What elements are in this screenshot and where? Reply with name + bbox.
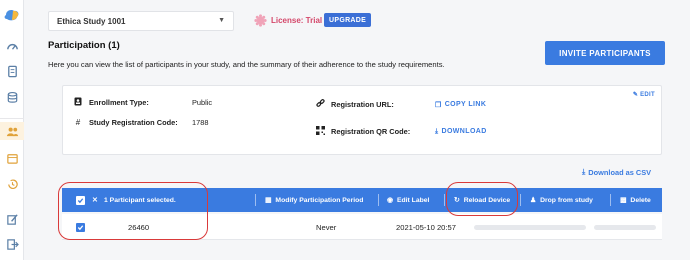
export-icon[interactable] <box>4 236 20 252</box>
drop-from-study-button[interactable]: ♟ Drop from study <box>530 188 593 212</box>
study-name: Ethica Study 1001 <box>57 17 126 26</box>
toolbar-divider <box>255 194 256 206</box>
edit-card-label: EDIT <box>640 92 655 98</box>
drop-label: Drop from study <box>540 196 593 204</box>
participation-date: 2021-05-10 20:57 <box>396 222 456 232</box>
annotation-circle-reload <box>446 182 518 216</box>
modify-period-label: Modify Participation Period <box>275 196 364 204</box>
participation-period: Never <box>316 222 337 232</box>
registration-code-label: Study Registration Code: <box>89 118 178 127</box>
hash-icon: # <box>75 118 81 127</box>
delete-label: Delete <box>630 196 651 204</box>
qrcode-icon <box>315 126 325 137</box>
enrollment-type-row: Enrollment Type: Public <box>73 97 212 108</box>
download-qr-label: DOWNLOAD <box>441 128 487 135</box>
registration-code-row: # Study Registration Code: 1788 <box>73 118 209 127</box>
database-icon[interactable] <box>4 89 20 105</box>
qr-code-label: Registration QR Code: <box>331 127 411 136</box>
loading-placeholder <box>594 225 656 230</box>
trash-icon: ▩ <box>620 197 627 204</box>
page-title: Participation (1) <box>48 40 120 51</box>
edit-card-button[interactable]: ✎ EDIT <box>633 91 655 98</box>
registration-code-value: 1788 <box>192 118 209 127</box>
toolbar-divider <box>610 194 611 206</box>
download-qr-button[interactable]: ⤓ DOWNLOAD <box>435 128 487 136</box>
license-badge-icon <box>254 13 267 27</box>
toolbar-divider <box>520 194 521 206</box>
modify-period-button[interactable]: ▦ Modify Participation Period <box>265 188 363 212</box>
upgrade-button[interactable]: UPGRADE <box>324 13 372 27</box>
id-badge-icon <box>73 97 83 108</box>
edit-label-button[interactable]: ◉ Edit Label <box>387 188 429 212</box>
ethica-logo-icon <box>4 10 19 21</box>
chevron-down-icon: ▼ <box>218 17 225 24</box>
delete-button[interactable]: ▩ Delete <box>620 188 651 212</box>
history-icon[interactable] <box>4 176 20 192</box>
enrollment-type-value: Public <box>192 98 213 107</box>
study-selector[interactable]: Ethica Study 1001 ▼ <box>48 11 234 31</box>
license-status: License: Trial <box>254 12 322 28</box>
page-description: Here you can view the list of participan… <box>48 60 445 69</box>
user-minus-icon: ♟ <box>530 197 537 204</box>
download-csv-label: Download as CSV <box>588 167 652 177</box>
license-text: License: Trial <box>271 15 323 25</box>
tag-icon: ◉ <box>387 197 393 204</box>
edit-form-icon[interactable] <box>4 211 20 227</box>
registration-url-label: Registration URL: <box>331 100 394 109</box>
sidebar <box>0 0 24 260</box>
edit-label-label: Edit Label <box>396 196 430 204</box>
loading-placeholder <box>474 225 586 230</box>
qr-code-row: Registration QR Code: ⤓ DOWNLOAD <box>315 126 487 137</box>
link-icon <box>315 99 325 110</box>
calendar-icon[interactable] <box>4 150 20 166</box>
study-info-card: ✎ EDIT Enrollment Type: Public # Study R… <box>62 85 662 155</box>
toolbar-divider <box>444 194 445 206</box>
download-csv-button[interactable]: ⤓ Download as CSV <box>582 167 651 177</box>
calendar-icon: ▦ <box>265 197 272 204</box>
copy-link-button[interactable]: ❐ COPY LINK <box>435 101 486 109</box>
participants-icon[interactable] <box>4 123 20 139</box>
copy-icon: ❐ <box>435 101 442 109</box>
dashboard-icon[interactable] <box>4 38 20 54</box>
download-icon: ⤓ <box>582 167 586 176</box>
download-icon: ⤓ <box>435 127 439 135</box>
registration-url-row: Registration URL: ❐ COPY LINK <box>315 99 486 110</box>
pencil-icon: ✎ <box>632 92 639 98</box>
toolbar-divider <box>378 194 379 206</box>
document-icon[interactable] <box>4 63 20 79</box>
sidebar-divider <box>0 118 24 119</box>
copy-link-label: COPY LINK <box>444 101 487 108</box>
invite-participants-button[interactable]: INVITE PARTICIPANTS <box>545 41 665 65</box>
annotation-circle-selection <box>58 182 208 240</box>
enrollment-type-label: Enrollment Type: <box>89 98 149 107</box>
